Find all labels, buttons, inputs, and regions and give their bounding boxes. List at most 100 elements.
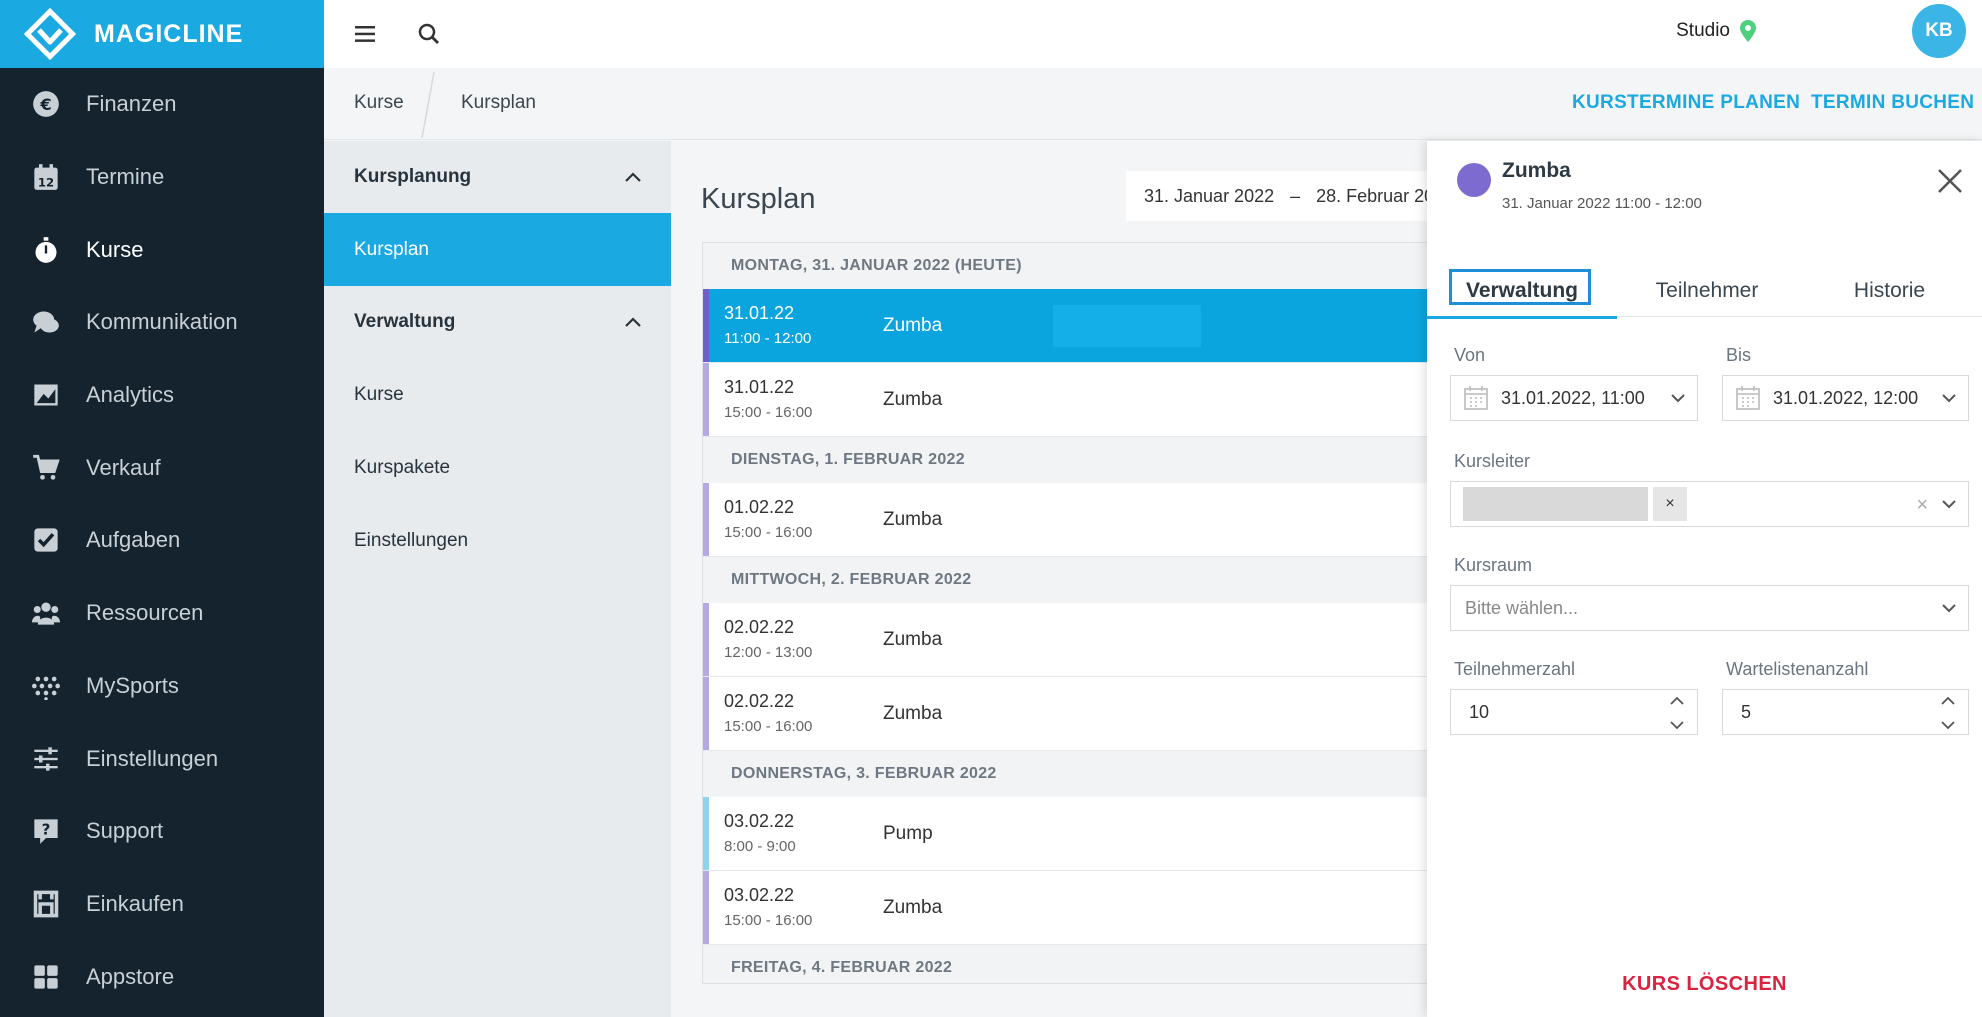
svg-text:€: € (39, 95, 51, 114)
stopwatch-icon (32, 236, 60, 264)
store-icon (32, 890, 60, 918)
kursraum-label: Kursraum (1454, 555, 1533, 575)
chevron-up-icon[interactable] (1670, 696, 1684, 705)
row-when: 31.01.22 11:00 - 12:00 (724, 303, 811, 347)
nav-label: Finanzen (86, 91, 177, 117)
course-color-bar (703, 483, 709, 556)
avatar[interactable]: KB (1912, 4, 1966, 58)
schedule-row[interactable]: 02.02.22 12:00 - 13:00 Zumba (703, 603, 1461, 677)
kursleiter-select[interactable]: × × (1450, 481, 1969, 527)
course-color-bar (703, 797, 709, 870)
delete-course-button[interactable]: KURS LÖSCHEN (1427, 973, 1982, 996)
subnav-item-kurspakete[interactable]: Kurspakete (324, 431, 671, 504)
row-time: 8:00 - 9:00 (724, 838, 796, 855)
tab-historie[interactable]: Historie (1797, 265, 1982, 317)
svg-text:?: ? (42, 821, 51, 839)
row-date: 02.02.22 (724, 617, 795, 637)
row-course: Zumba (883, 629, 943, 650)
breadcrumb-separator-icon (421, 72, 435, 138)
row-date: 31.01.22 (724, 303, 795, 323)
teilnehmerzahl-input[interactable]: 10 (1450, 689, 1698, 735)
nav-item-verkauf[interactable]: Verkauf (0, 431, 324, 504)
grid-icon (32, 963, 60, 991)
quantity-stepper[interactable] (1667, 696, 1687, 730)
schedule-row[interactable]: 01.02.22 15:00 - 16:00 Zumba (703, 483, 1461, 557)
main-nav: € Finanzen 12 Termine Kurse Kommunikatio… (0, 68, 324, 1013)
course-detail-panel: Zumba 31. Januar 2022 11:00 - 12:00 Verw… (1427, 141, 1982, 1017)
schedule-row[interactable]: 03.02.22 15:00 - 16:00 Zumba (703, 871, 1461, 945)
schedule-row[interactable]: 31.01.22 11:00 - 12:00 Zumba (703, 289, 1461, 363)
kurstermine-planen-button[interactable]: KURSTERMINE PLANEN (1572, 92, 1800, 114)
nav-item-einkaufen[interactable]: Einkaufen (0, 868, 324, 941)
subnav-group-kursplanung[interactable]: Kursplanung (324, 141, 671, 213)
sub-navigation: Kursplanung Kursplan Verwaltung Kurse Ku… (324, 141, 671, 1017)
tab-verwaltung[interactable]: Verwaltung (1427, 265, 1617, 319)
row-date: 02.02.22 (724, 691, 795, 711)
nav-item-ressourcen[interactable]: Ressourcen (0, 577, 324, 650)
chevron-down-icon[interactable] (1941, 721, 1955, 730)
nav-item-support[interactable]: ? Support (0, 795, 324, 868)
course-color-bar (703, 677, 709, 750)
tab-teilnehmer[interactable]: Teilnehmer (1617, 265, 1797, 317)
schedule-row[interactable]: 03.02.22 8:00 - 9:00 Pump (703, 797, 1461, 871)
nav-item-termine[interactable]: 12 Termine (0, 141, 324, 214)
nav-item-analytics[interactable]: Analytics (0, 359, 324, 432)
chevron-down-icon (1671, 394, 1685, 403)
studio-selector[interactable]: Studio (1676, 20, 1756, 42)
nav-label: Support (86, 818, 164, 844)
kursraum-select[interactable]: Bitte wählen... (1450, 585, 1969, 631)
row-time: 11:00 - 12:00 (724, 330, 812, 347)
svg-text:12: 12 (38, 175, 54, 189)
nav-item-kurse[interactable]: Kurse (0, 213, 324, 286)
subnav-item-kurse[interactable]: Kurse (324, 358, 671, 431)
location-pin-icon (1740, 20, 1756, 42)
schedule-list: MONTAG, 31. JANUAR 2022 (HEUTE) 31.01.22… (702, 242, 1462, 984)
breadcrumb-kursplan: Kursplan (461, 92, 536, 113)
termin-buchen-button[interactable]: TERMIN BUCHEN (1811, 92, 1974, 114)
menu-button[interactable] (350, 19, 380, 49)
nav-item-kommunikation[interactable]: Kommunikation (0, 286, 324, 359)
row-course: Zumba (883, 315, 943, 336)
subnav-item-einstellungen[interactable]: Einstellungen (324, 504, 671, 577)
nav-item-einstellungen[interactable]: Einstellungen (0, 722, 324, 795)
chevron-down-icon (1942, 604, 1956, 613)
nav-label: Termine (86, 164, 165, 190)
cart-icon (32, 454, 60, 482)
detail-title: Zumba (1502, 159, 1571, 182)
nav-label: Appstore (86, 963, 175, 989)
nav-label: Ressourcen (86, 600, 204, 626)
von-datetime-field[interactable]: 31.01.2022, 11:00 (1450, 375, 1698, 421)
wartelistenanzahl-input[interactable]: 5 (1722, 689, 1969, 735)
euro-icon: € (32, 90, 60, 118)
quantity-stepper[interactable] (1938, 696, 1958, 730)
row-time: 12:00 - 13:00 (724, 644, 813, 661)
schedule-row[interactable]: 02.02.22 15:00 - 16:00 Zumba (703, 677, 1461, 751)
row-course: Zumba (883, 897, 943, 918)
brand-header[interactable]: MAGICLINE (0, 0, 324, 68)
breadcrumb-kurse[interactable]: Kurse (354, 92, 404, 114)
nav-item-finanzen[interactable]: € Finanzen (0, 68, 324, 141)
row-time: 15:00 - 16:00 (724, 912, 813, 929)
day-header: MITTWOCH, 2. FEBRUAR 2022 (703, 557, 1461, 603)
remove-chip-button[interactable]: × (1653, 487, 1687, 521)
search-button[interactable] (414, 19, 444, 49)
teilnehmerzahl-value: 10 (1469, 701, 1490, 722)
checkbox-icon (32, 526, 60, 554)
chevron-up-icon[interactable] (1941, 696, 1955, 705)
row-time: 15:00 - 16:00 (724, 524, 813, 541)
clear-selection-icon[interactable]: × (1916, 494, 1928, 517)
close-button[interactable] (1936, 167, 1964, 195)
wartelistenanzahl-value: 5 (1741, 701, 1752, 722)
sidebar: MAGICLINE € Finanzen 12 Termine Kurse Ko… (0, 0, 324, 1017)
help-icon: ? (32, 817, 60, 845)
nav-item-appstore[interactable]: Appstore (0, 940, 324, 1013)
nav-item-mysports[interactable]: MySports (0, 650, 324, 723)
bis-datetime-field[interactable]: 31.01.2022, 12:00 (1722, 375, 1969, 421)
subnav-group-verwaltung[interactable]: Verwaltung (324, 286, 671, 358)
studio-label: Studio (1676, 20, 1730, 41)
subnav-item-kursplan[interactable]: Kursplan (324, 213, 671, 286)
chevron-down-icon[interactable] (1670, 721, 1684, 730)
nav-item-aufgaben[interactable]: Aufgaben (0, 504, 324, 577)
bis-label: Bis (1726, 345, 1752, 365)
schedule-row[interactable]: 31.01.22 15:00 - 16:00 Zumba (703, 363, 1461, 437)
